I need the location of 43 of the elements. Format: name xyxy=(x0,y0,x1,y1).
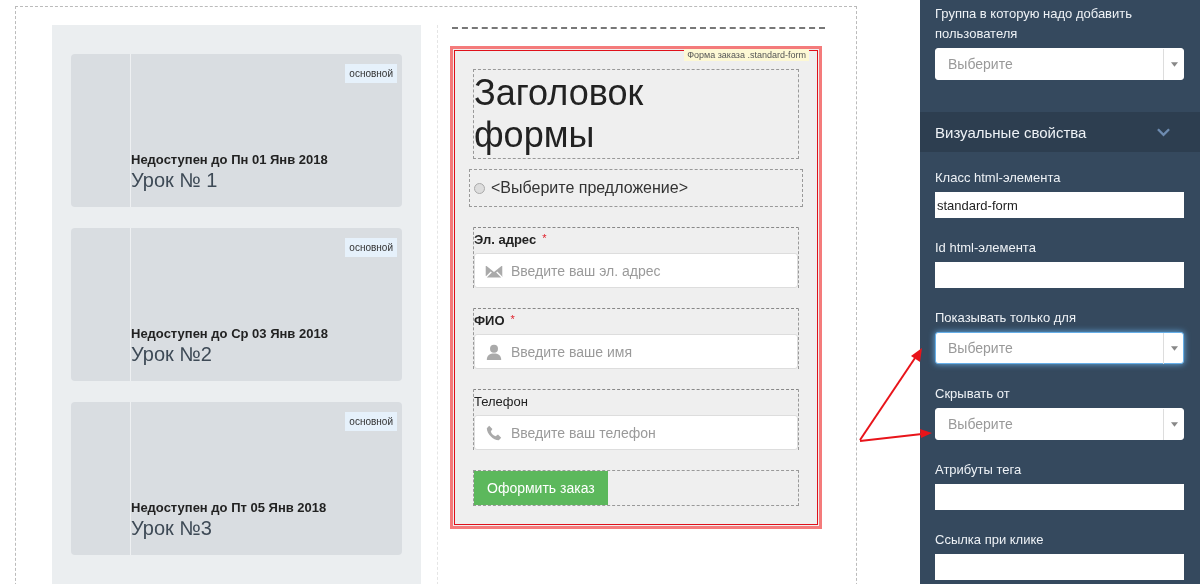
field-label: ФИО xyxy=(474,313,505,328)
lesson-card[interactable]: основной Недоступен до Пн 01 Янв 2018 Урок № 1 xyxy=(71,54,402,207)
property-label: Ссылка при клике xyxy=(935,531,1045,549)
submit-button[interactable]: Оформить заказ xyxy=(474,471,608,505)
select-field[interactable]: Выберите xyxy=(935,332,1184,364)
property-label: Id html-элемента xyxy=(935,239,1037,257)
lesson-title: Урок № 1 xyxy=(131,169,218,192)
offer-radio[interactable] xyxy=(474,182,485,194)
property-label: Показывать только для xyxy=(935,309,1077,327)
chevron-icon xyxy=(1157,127,1170,137)
field-label: Эл. адрес xyxy=(474,232,537,247)
form-input-field[interactable]: Введите ваш эл. адрес xyxy=(474,253,798,288)
required-mark: * xyxy=(542,232,547,246)
element-tag: Форма заказа .standard-form xyxy=(684,49,809,61)
availability-text: Недоступен до Пт 05 Янв 2018 xyxy=(131,500,327,515)
text-input-field[interactable] xyxy=(935,262,1184,288)
form-input-field[interactable]: Введите ваше имя xyxy=(474,334,798,369)
text-input-field[interactable]: standard-form xyxy=(935,192,1184,218)
field-label: Телефон xyxy=(474,394,528,409)
text-input-field[interactable] xyxy=(935,554,1184,580)
property-label: Скрывать от xyxy=(935,385,1011,403)
required-mark: * xyxy=(510,313,515,327)
offer-label: <Выберите предложение> xyxy=(491,179,689,197)
lesson-badge: основной xyxy=(345,412,397,431)
property-label: Группа в которую надо добавить пользователя xyxy=(935,5,1134,43)
select-field[interactable]: Выберите xyxy=(935,48,1184,80)
lesson-title: Урок №3 xyxy=(131,517,212,540)
lesson-badge: основной xyxy=(345,64,397,83)
property-label: Атрибуты тега xyxy=(935,461,1023,479)
form-heading: Заголовок формы xyxy=(474,71,645,156)
lesson-card[interactable]: основной Недоступен до Ср 03 Янв 2018 Урок №2 xyxy=(71,228,402,381)
availability-text: Недоступен до Пн 01 Янв 2018 xyxy=(131,152,328,167)
text-input-field[interactable] xyxy=(935,484,1184,510)
lesson-title: Урок №2 xyxy=(131,343,212,366)
form-input-field[interactable]: Введите ваш телефон xyxy=(474,415,798,450)
person-icon xyxy=(485,343,503,360)
property-label: Класс html-элемента xyxy=(935,169,1062,187)
lesson-badge: основной xyxy=(345,238,397,257)
section-header[interactable]: Визуальные свойства xyxy=(920,112,1200,152)
phone-icon xyxy=(485,424,503,441)
availability-text: Недоступен до Ср 03 Янв 2018 xyxy=(131,326,328,341)
lesson-card[interactable]: основной Недоступен до Пт 05 Янв 2018 Урок №3 xyxy=(71,402,402,555)
select-field[interactable]: Выберите xyxy=(935,408,1184,440)
